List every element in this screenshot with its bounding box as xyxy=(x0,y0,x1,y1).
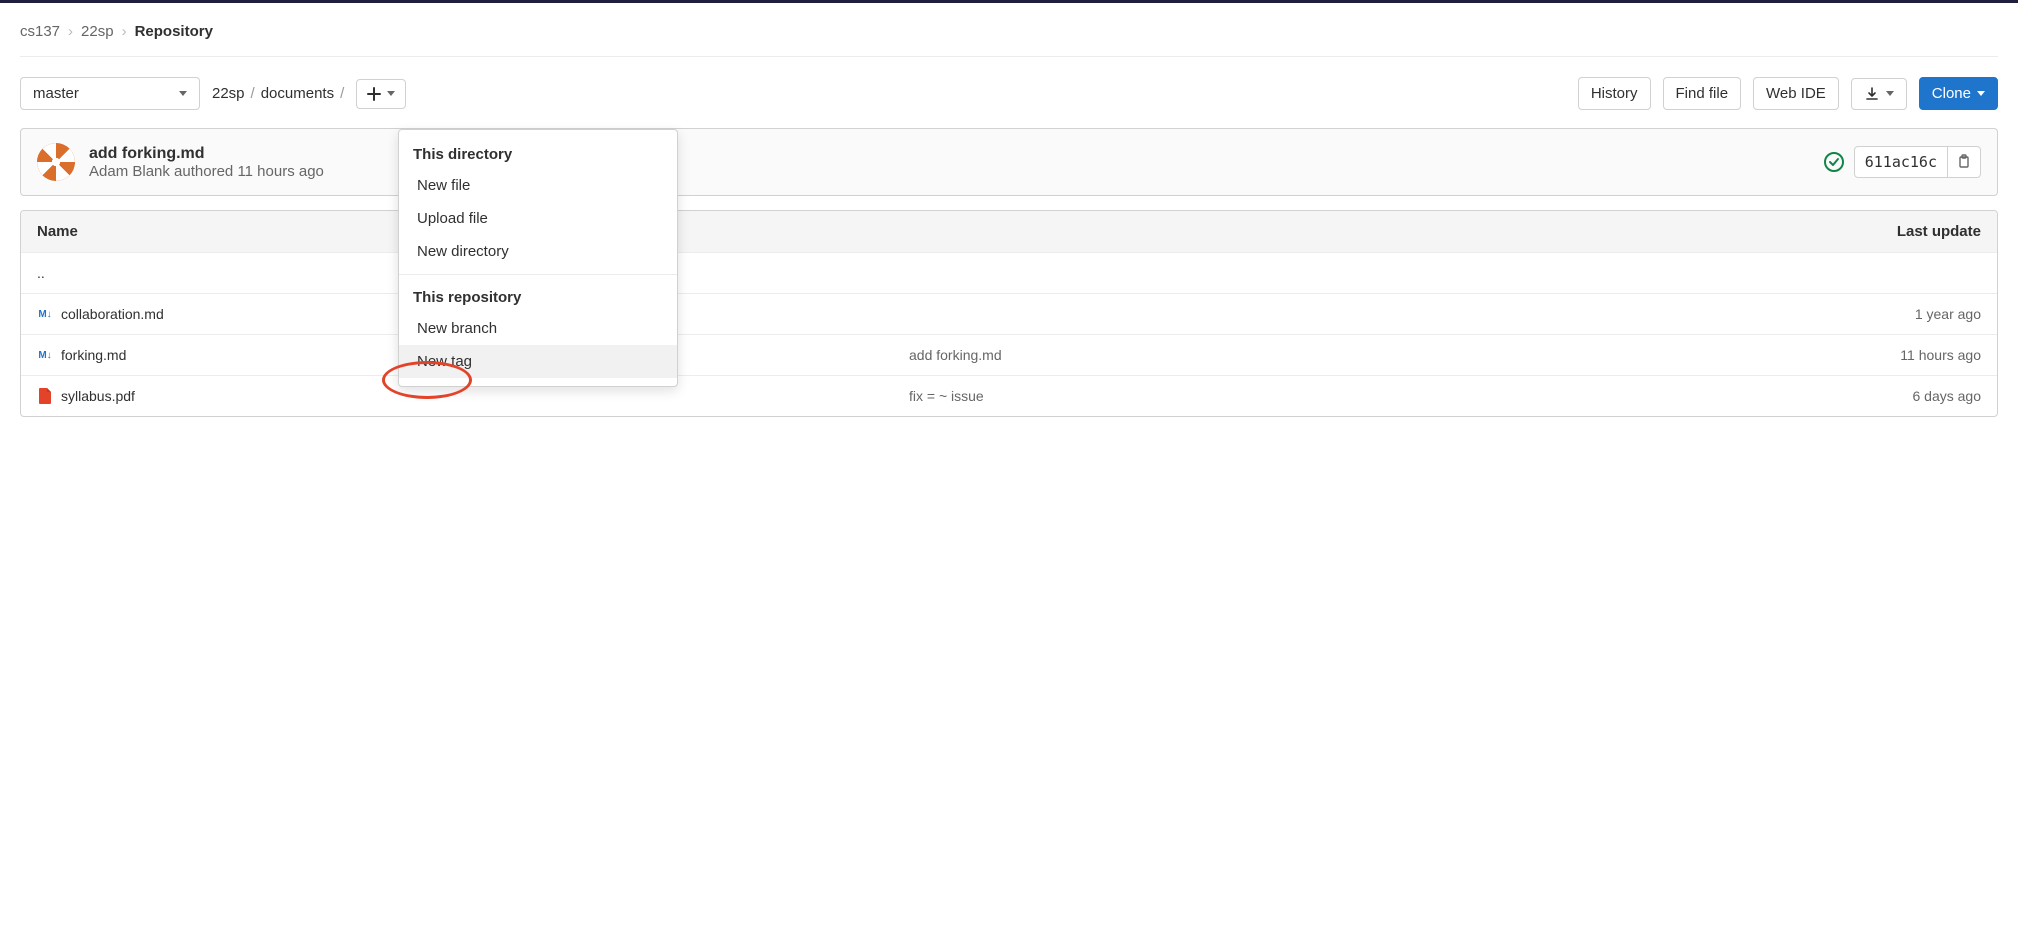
dropdown-section-repository: This repository xyxy=(399,281,677,312)
branch-selector[interactable]: master xyxy=(20,77,200,110)
add-dropdown: This directory New file Upload file New … xyxy=(398,129,678,387)
file-name[interactable]: collaboration.md xyxy=(61,306,164,322)
file-commit-msg[interactable]: add forking.md xyxy=(909,347,1781,363)
markdown-icon: M↓ xyxy=(37,306,53,322)
breadcrumb-current: Repository xyxy=(135,23,213,40)
find-file-button[interactable]: Find file xyxy=(1663,77,1742,110)
history-button[interactable]: History xyxy=(1578,77,1651,110)
path-separator: / xyxy=(340,85,344,102)
file-time: 1 year ago xyxy=(1781,306,1981,322)
path-seg-2[interactable]: documents xyxy=(261,85,334,102)
chevron-down-icon xyxy=(179,91,187,96)
pdf-icon xyxy=(37,388,53,404)
clone-label: Clone xyxy=(1932,85,1971,102)
breadcrumb-level1[interactable]: cs137 xyxy=(20,23,60,40)
download-button[interactable] xyxy=(1851,78,1907,110)
table-row[interactable]: M↓ forking.md add forking.md 11 hours ag… xyxy=(21,335,1997,376)
copy-sha-button[interactable] xyxy=(1948,146,1981,178)
col-last-update: Last update xyxy=(1781,223,1981,240)
table-row-parent[interactable]: .. xyxy=(21,253,1997,294)
breadcrumb: cs137 › 22sp › Repository xyxy=(20,19,1998,57)
table-row[interactable]: M↓ collaboration.md 1 year ago xyxy=(21,294,1997,335)
path: 22sp / documents / xyxy=(212,85,344,102)
branch-name: master xyxy=(33,85,79,102)
parent-dir: .. xyxy=(37,265,45,281)
breadcrumb-level2[interactable]: 22sp xyxy=(81,23,114,40)
avatar[interactable] xyxy=(37,143,75,181)
chevron-down-icon xyxy=(1977,91,1985,96)
chevron-right-icon: › xyxy=(122,23,127,40)
check-icon xyxy=(1828,156,1840,168)
dropdown-new-file[interactable]: New file xyxy=(399,169,677,202)
dropdown-upload-file[interactable]: Upload file xyxy=(399,202,677,235)
clipboard-icon xyxy=(1957,154,1971,168)
path-separator: / xyxy=(251,85,255,102)
toolbar: master 22sp / documents / History Find f… xyxy=(20,77,1998,110)
file-name[interactable]: forking.md xyxy=(61,347,126,363)
last-commit-bar: add forking.md Adam Blank authored 11 ho… xyxy=(20,128,1998,196)
markdown-icon: M↓ xyxy=(37,347,53,363)
commit-meta: Adam Blank authored 11 hours ago xyxy=(89,163,324,180)
dropdown-new-directory[interactable]: New directory xyxy=(399,235,677,268)
file-table: Name Last commit Last update .. M↓ colla… xyxy=(20,210,1998,417)
download-icon xyxy=(1864,86,1880,102)
dropdown-new-branch[interactable]: New branch xyxy=(399,312,677,345)
file-name[interactable]: syllabus.pdf xyxy=(61,388,135,404)
table-row[interactable]: syllabus.pdf fix = ~ issue 6 days ago xyxy=(21,376,1997,416)
file-commit-msg[interactable]: fix = ~ issue xyxy=(909,388,1781,404)
dropdown-new-tag[interactable]: New tag xyxy=(399,345,677,378)
commit-author[interactable]: Adam Blank xyxy=(89,163,170,180)
dropdown-section-directory: This directory xyxy=(399,138,677,169)
chevron-down-icon xyxy=(387,91,395,96)
web-ide-button[interactable]: Web IDE xyxy=(1753,77,1839,110)
commit-sha-group: 611ac16c xyxy=(1854,146,1981,178)
chevron-right-icon: › xyxy=(68,23,73,40)
clone-button[interactable]: Clone xyxy=(1919,77,1998,110)
chevron-down-icon xyxy=(1886,91,1894,96)
commit-title[interactable]: add forking.md xyxy=(89,145,324,163)
commit-time: 11 hours ago xyxy=(237,163,323,180)
path-seg-1[interactable]: 22sp xyxy=(212,85,245,102)
commit-sha[interactable]: 611ac16c xyxy=(1854,146,1948,178)
file-time: 6 days ago xyxy=(1781,388,1981,404)
dropdown-divider xyxy=(399,274,677,275)
commit-verb: authored xyxy=(174,163,233,180)
file-time: 11 hours ago xyxy=(1781,347,1981,363)
pipeline-success-icon[interactable] xyxy=(1824,152,1844,172)
plus-icon xyxy=(367,87,381,101)
table-header: Name Last commit Last update xyxy=(21,211,1997,253)
add-button[interactable] xyxy=(356,79,406,109)
